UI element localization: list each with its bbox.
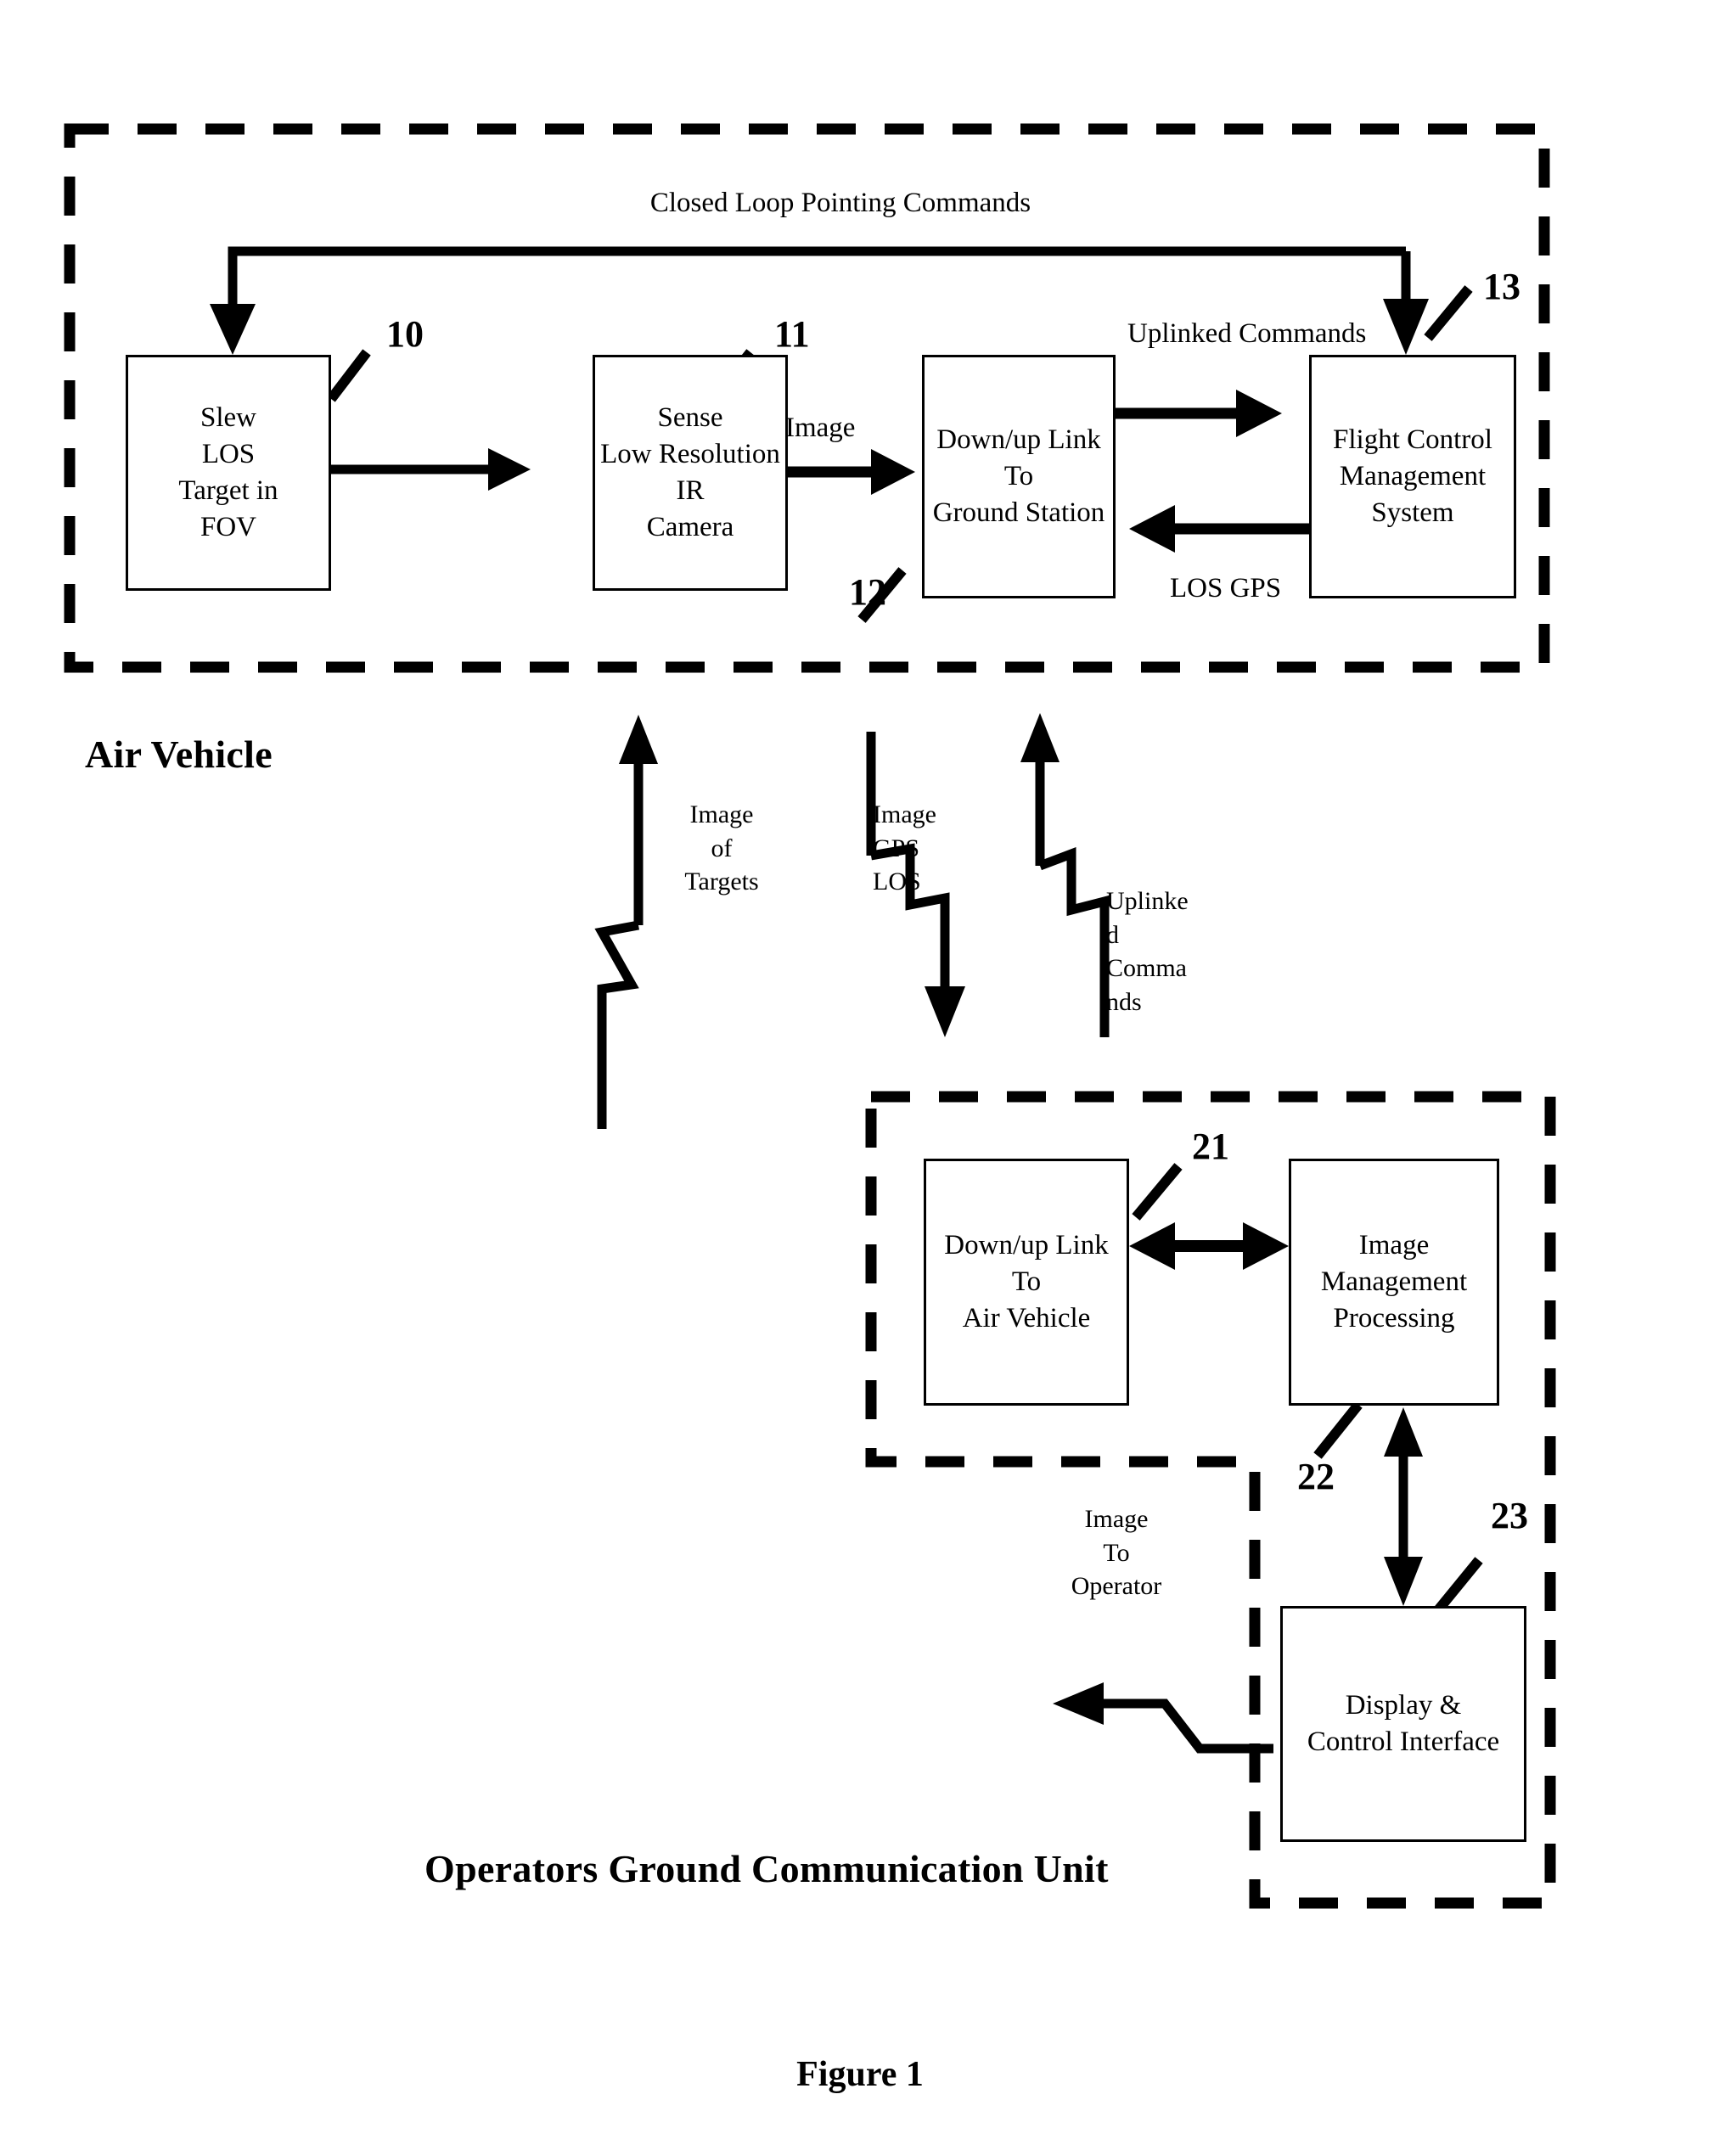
image-of-targets-link (594, 715, 658, 1129)
flight-control-to-link-arrow (1129, 505, 1311, 553)
imagemgmt-to-display-arrow (1384, 1407, 1423, 1606)
ref-11: 11 (774, 313, 810, 355)
box-slew-los-label: Slew LOS Target in FOV (178, 402, 278, 542)
ref-22: 22 (1297, 1456, 1335, 1497)
section-title-ground-unit: Operators Ground Communication Unit (424, 1847, 1109, 1890)
box-flight-control[interactable]: Flight Control Management System (1309, 355, 1516, 598)
box-downup-link-ground-label: Down/up Link To Ground Station (932, 424, 1105, 528)
box-downup-link-air[interactable]: Down/up Link To Air Vehicle (924, 1159, 1129, 1406)
box-image-management[interactable]: Image Management Processing (1289, 1159, 1499, 1406)
label-image: Image (785, 413, 856, 443)
label-uplinked-commands-top: Uplinked Commands (1127, 318, 1367, 349)
ref-21: 21 (1192, 1126, 1229, 1167)
figure-caption: Figure 1 (796, 2055, 924, 2094)
image-to-operator-link (1053, 1682, 1273, 1754)
label-image-to-operator: Image To Operator (1071, 1505, 1162, 1601)
figure-canvas: Slew LOS Target in FOV Sense Low Resolut… (0, 0, 1720, 2156)
box-image-management-label: Image Management Processing (1320, 1230, 1468, 1333)
section-title-air-vehicle: Air Vehicle (85, 733, 273, 776)
uplinked-commands-link (1020, 713, 1110, 1037)
reference-leader-lines (327, 285, 1483, 1614)
label-closed-loop-pointing-commands: Closed Loop Pointing Commands (649, 188, 1031, 218)
ref-12: 12 (849, 571, 886, 613)
ref-13: 13 (1483, 266, 1520, 307)
label-los-gps: LOS GPS (1170, 573, 1282, 604)
ref-10: 10 (386, 313, 424, 355)
box-flight-control-label: Flight Control Management System (1333, 424, 1492, 528)
box-ir-camera-label: Sense Low Resolution IR Camera (600, 402, 780, 542)
ref-23: 23 (1491, 1495, 1528, 1536)
slew-to-camera-arrow (331, 448, 531, 491)
box-downup-link-air-label: Down/up Link To Air Vehicle (944, 1230, 1109, 1333)
box-display-control-label: Display & Control Interface (1307, 1690, 1500, 1757)
uplinked-commands-arrow (1383, 251, 1429, 355)
groundlink-to-imagemgmt-arrow (1129, 1222, 1289, 1270)
label-image-gps-los: Image GPS LOS (873, 800, 936, 896)
box-downup-link-ground[interactable]: Down/up Link To Ground Station (922, 355, 1116, 598)
label-uplinked-commands-mid: Uplinke d Comma nds (1106, 887, 1189, 1016)
link-to-flight-control-arrow (1115, 390, 1282, 437)
box-ir-camera[interactable]: Sense Low Resolution IR Camera (593, 355, 788, 591)
box-slew-los[interactable]: Slew LOS Target in FOV (126, 355, 331, 591)
label-image-of-targets: Image of Targets (684, 800, 759, 896)
box-display-control[interactable]: Display & Control Interface (1280, 1606, 1526, 1842)
